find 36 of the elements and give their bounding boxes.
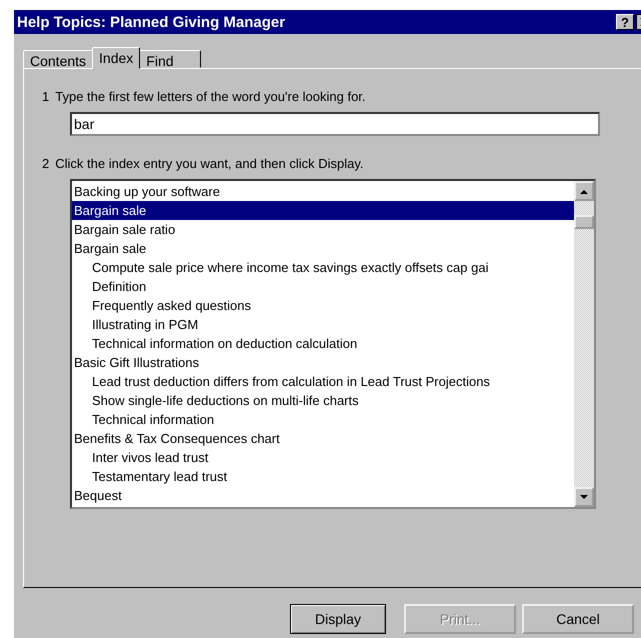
- dialog-button[interactable]: Display: [290, 604, 386, 634]
- index-entry[interactable]: Show single-life deductions on multi-life charts: [72, 391, 574, 410]
- index-entry[interactable]: Inter vivos lead trust: [72, 448, 574, 467]
- index-entry[interactable]: Compute sale price where income tax savings exactly offsets cap gai: [72, 258, 574, 277]
- index-entry[interactable]: Bargain sale: [72, 201, 574, 220]
- window-title: Help Topics: Planned Giving Manager: [17, 14, 286, 30]
- index-entry[interactable]: Bargain sale ratio: [72, 220, 574, 239]
- scroll-down-button[interactable]: [574, 487, 594, 507]
- step-number: 1: [42, 89, 50, 104]
- index-entry[interactable]: Frequently asked questions: [72, 296, 574, 315]
- index-entry[interactable]: Technical information on deduction calculation: [72, 334, 574, 353]
- instruction-text: Type the first few letters of the word you're looking for.: [55, 89, 366, 104]
- index-entry[interactable]: Backing up your software: [72, 182, 574, 201]
- step-number: 2: [42, 156, 50, 171]
- index-entry[interactable]: Illustrating in PGM: [72, 315, 574, 334]
- tab[interactable]: Contents: [23, 50, 94, 68]
- tab[interactable]: Find: [139, 50, 201, 68]
- index-entry[interactable]: Bargain sale: [72, 239, 574, 258]
- index-entry[interactable]: Testamentary lead trust: [72, 467, 574, 486]
- down-arrow-icon: [580, 494, 588, 500]
- dialog-button[interactable]: Cancel: [522, 604, 634, 634]
- search-field[interactable]: bar: [70, 112, 600, 136]
- instruction-text: Click the index entry you want, and then click Display.: [55, 156, 364, 171]
- index-entry[interactable]: Basic Gift Illustrations: [72, 353, 574, 372]
- up-arrow-icon: [580, 188, 588, 194]
- help-button[interactable]: ?: [616, 14, 634, 30]
- index-entry[interactable]: Bequest: [72, 486, 574, 505]
- index-entry[interactable]: Technical information: [72, 410, 574, 429]
- index-entry[interactable]: Benefits & Tax Consequences chart: [72, 429, 574, 448]
- scroll-up-button[interactable]: [574, 181, 594, 201]
- tab[interactable]: Index: [92, 47, 140, 69]
- index-entry[interactable]: Lead trust deduction differs from calculation in Lead Trust Projections: [72, 372, 574, 391]
- scroll-thumb[interactable]: [574, 215, 594, 229]
- index-entry[interactable]: Definition: [72, 277, 574, 296]
- index-list[interactable]: [70, 179, 596, 509]
- scrollbar[interactable]: [574, 181, 594, 507]
